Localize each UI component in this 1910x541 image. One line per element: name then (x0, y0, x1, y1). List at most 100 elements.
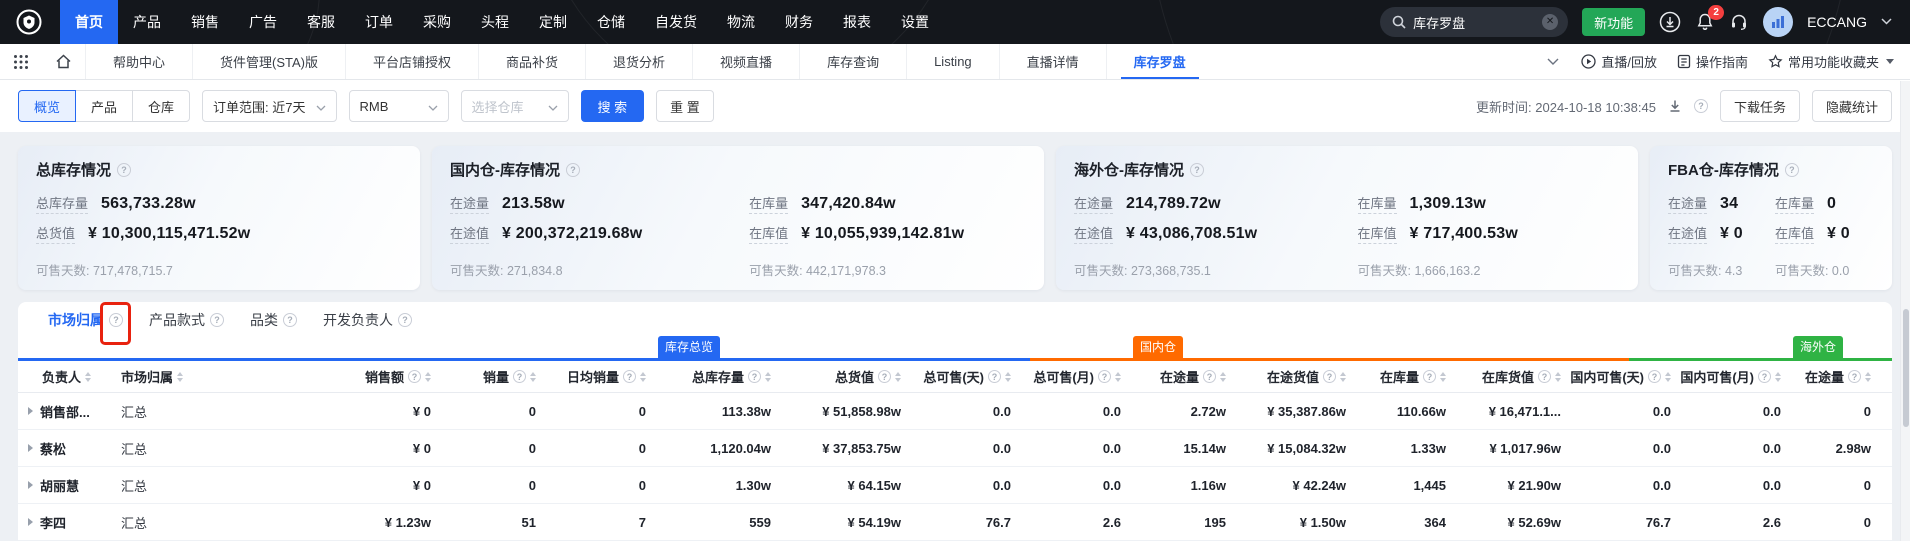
account-avatar[interactable] (1763, 7, 1793, 37)
view-tab[interactable]: 产品 (75, 90, 133, 122)
help-icon[interactable]: ? (566, 163, 580, 177)
topnav-item[interactable]: 仓储 (582, 0, 640, 44)
topnav-item[interactable]: 自发货 (640, 0, 712, 44)
search-input[interactable] (1413, 15, 1535, 30)
subnav-tab[interactable]: 退货分析 (585, 44, 692, 79)
tab-market-attribution[interactable]: 市场归属 ? (48, 310, 123, 330)
help-icon[interactable]: ? (1848, 370, 1861, 383)
column-header[interactable]: 总货值? (783, 361, 913, 392)
column-header[interactable]: 在途量? (1133, 361, 1238, 392)
order-range-select[interactable]: 订单范围: 近7天 (202, 90, 336, 122)
topnav-item[interactable]: 设置 (886, 0, 944, 44)
live-replay-link[interactable]: 直播/回放 (1581, 52, 1657, 71)
subnav-tab[interactable]: 库存查询 (799, 44, 906, 79)
sort-icon[interactable] (425, 372, 431, 382)
column-header[interactable]: 总可售(月)? (1023, 361, 1133, 392)
table-row[interactable]: 李四汇总¥ 1.23w517559¥ 54.19w76.72.6195¥ 1.5… (18, 504, 1892, 541)
topnav-item[interactable]: 定制 (524, 0, 582, 44)
help-icon[interactable]: ? (283, 313, 297, 327)
subnav-tab[interactable]: 帮助中心 (85, 44, 192, 79)
topnav-item[interactable]: 客服 (292, 0, 350, 44)
column-header[interactable]: 在途货值? (1238, 361, 1358, 392)
subnav-tab[interactable]: 平台店铺授权 (345, 44, 478, 79)
topnav-item[interactable]: 物流 (712, 0, 770, 44)
help-icon[interactable]: ? (988, 370, 1001, 383)
help-icon[interactable]: ? (210, 313, 224, 327)
column-header[interactable]: 总库存量? (658, 361, 783, 392)
help-icon[interactable]: ? (109, 313, 123, 327)
column-header[interactable]: 总可售(天)? (913, 361, 1023, 392)
column-header[interactable]: 销量? (443, 361, 548, 392)
column-header[interactable]: 在途量? (1793, 361, 1883, 392)
column-header[interactable]: 在库货值? (1458, 361, 1573, 392)
help-icon[interactable]: ? (1758, 370, 1771, 383)
topnav-item[interactable]: 销售 (176, 0, 234, 44)
sort-icon[interactable] (895, 372, 901, 382)
sort-icon[interactable] (1775, 372, 1781, 382)
subnav-tab[interactable]: 库存罗盘 (1106, 44, 1213, 79)
topnav-item[interactable]: 采购 (408, 0, 466, 44)
view-tab[interactable]: 仓库 (132, 90, 190, 122)
help-icon[interactable]: ? (1785, 163, 1799, 177)
column-header[interactable]: 销售额? (313, 361, 443, 392)
sort-icon[interactable] (765, 372, 771, 382)
sort-icon[interactable] (177, 372, 183, 382)
subnav-tab[interactable]: 货件管理(STA)版 (192, 44, 345, 79)
download-center-icon[interactable] (1659, 11, 1681, 33)
column-header[interactable]: 在库量? (1358, 361, 1458, 392)
expand-caret-icon[interactable] (28, 407, 33, 415)
collapse-chevron-icon[interactable] (1547, 55, 1559, 69)
help-icon[interactable]: ? (1648, 370, 1661, 383)
table-row[interactable]: 蔡松汇总¥ 0001,120.04w¥ 37,853.75w0.00.015.1… (18, 430, 1892, 467)
help-icon[interactable]: ? (1538, 370, 1551, 383)
expand-caret-icon[interactable] (28, 444, 33, 452)
column-header[interactable]: 负责人 (18, 361, 113, 392)
account-chevron-down-icon[interactable] (1881, 16, 1892, 28)
search-button[interactable]: 搜 索 (581, 90, 645, 122)
help-icon[interactable]: ? (1190, 163, 1204, 177)
new-feature-button[interactable]: 新功能 (1582, 8, 1645, 36)
home-icon[interactable] (42, 44, 85, 79)
subnav-tab[interactable]: 视频直播 (692, 44, 799, 79)
sort-icon[interactable] (1115, 372, 1121, 382)
account-name[interactable]: ECCANG (1807, 14, 1867, 30)
help-icon[interactable]: ? (878, 370, 891, 383)
help-icon[interactable]: ? (1323, 370, 1336, 383)
help-icon[interactable]: ? (1203, 370, 1216, 383)
warehouse-select[interactable]: 选择仓库 (461, 90, 569, 122)
sort-icon[interactable] (1555, 372, 1561, 382)
subnav-tab[interactable]: 直播详情 (999, 44, 1106, 79)
sort-icon[interactable] (530, 372, 536, 382)
download-tasks-button[interactable]: 下载任务 (1720, 90, 1800, 122)
help-icon[interactable]: ? (1098, 370, 1111, 383)
sort-icon[interactable] (1665, 372, 1671, 382)
expand-caret-icon[interactable] (28, 481, 33, 489)
apps-grid-icon[interactable] (0, 44, 42, 79)
topnav-item[interactable]: 产品 (118, 0, 176, 44)
column-header[interactable]: 国内可售(天)? (1573, 361, 1683, 392)
favorites-link[interactable]: 常用功能收藏夹 (1768, 52, 1894, 71)
help-icon[interactable]: ? (1694, 99, 1708, 113)
scrollbar-thumb[interactable] (1903, 309, 1909, 427)
column-header[interactable]: 在途货值? (1883, 361, 1892, 392)
sort-icon[interactable] (1440, 372, 1446, 382)
support-headset-icon[interactable] (1729, 12, 1749, 32)
sort-icon[interactable] (1865, 372, 1871, 382)
tab-dev-owner[interactable]: 开发负责人 ? (323, 310, 412, 330)
reset-button[interactable]: 重 置 (656, 90, 714, 122)
sort-icon[interactable] (1340, 372, 1346, 382)
help-icon[interactable]: ? (408, 370, 421, 383)
help-icon[interactable]: ? (513, 370, 526, 383)
clear-icon[interactable]: ✕ (1542, 14, 1558, 30)
vertical-scrollbar[interactable] (1900, 81, 1910, 541)
topnav-item[interactable]: 首页 (60, 0, 118, 44)
global-search[interactable]: ✕ (1380, 7, 1568, 37)
table-row[interactable]: 销售部...汇总¥ 000113.38w¥ 51,858.98w0.00.02.… (18, 393, 1892, 430)
topnav-item[interactable]: 财务 (770, 0, 828, 44)
topnav-item[interactable]: 报表 (828, 0, 886, 44)
tab-product-style[interactable]: 产品款式 ? (149, 310, 224, 330)
topnav-item[interactable]: 订单 (350, 0, 408, 44)
download-arrow-icon[interactable] (1668, 99, 1682, 113)
help-icon[interactable]: ? (398, 313, 412, 327)
tab-category[interactable]: 品类 ? (250, 310, 297, 330)
